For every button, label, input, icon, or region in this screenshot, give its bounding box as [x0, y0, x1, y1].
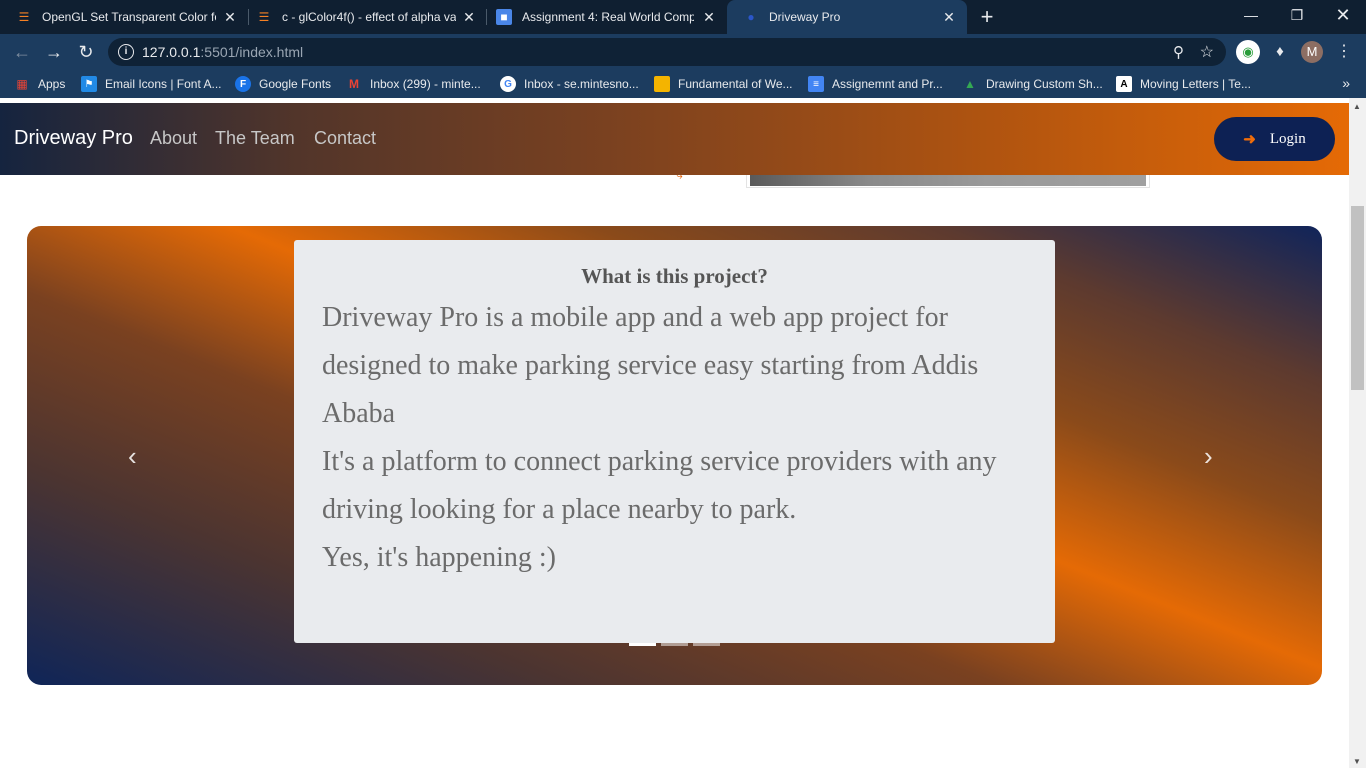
- back-arrow-icon[interactable]: ←: [10, 40, 34, 64]
- scroll-down-icon[interactable]: ▼: [1353, 757, 1361, 766]
- page-scrollbar[interactable]: ▲ ▼: [1349, 98, 1366, 768]
- url-host: 127.0.0.1: [142, 44, 201, 60]
- gmail-icon: M: [349, 77, 359, 91]
- carousel-prev-icon[interactable]: ‹: [128, 441, 137, 472]
- bookmark-email-icons[interactable]: ⚑ Email Icons | Font A...: [81, 75, 222, 93]
- new-tab-button[interactable]: +: [976, 6, 998, 29]
- bookmark-label: Moving Letters | Te...: [1140, 77, 1251, 91]
- chart-icon: ▲: [964, 77, 976, 91]
- slide-text-line: designed to make parking service easy st…: [322, 350, 979, 381]
- tab-title: Driveway Pro: [769, 10, 841, 24]
- close-window-button[interactable]: ✕: [1320, 0, 1366, 30]
- tab-title: OpenGL Set Transparent Color fo: [42, 10, 216, 24]
- bookmark-label: Drawing Custom Sh...: [986, 77, 1103, 91]
- bookmark-star-icon[interactable]: ☆: [1200, 42, 1214, 62]
- scrollbar-thumb[interactable]: [1351, 206, 1364, 390]
- tab-title: c - glColor4f() - effect of alpha va: [282, 10, 456, 24]
- folder-icon: ■: [654, 76, 670, 92]
- close-tab-icon[interactable]: ✕: [941, 9, 957, 25]
- bookmark-google-fonts[interactable]: F Google Fonts: [235, 75, 331, 93]
- slide-card: What is this project? Driveway Pro is a …: [294, 240, 1055, 643]
- restore-button[interactable]: ❐: [1274, 0, 1320, 30]
- slide-text-line: Driveway Pro is a mobile app and a web a…: [322, 302, 948, 333]
- bookmark-label: Assignemnt and Pr...: [832, 77, 943, 91]
- bookmark-assignment[interactable]: ≡ Assignemnt and Pr...: [808, 75, 943, 93]
- browser-toolbar: ← → ↻ i 127.0.0.1:5501/index.html ⚲ ☆ ◉ …: [0, 34, 1366, 70]
- browser-tab-opengl[interactable]: ☰ OpenGL Set Transparent Color fo ✕: [0, 0, 248, 34]
- login-label: Login: [1269, 130, 1306, 147]
- slide-text-line: driving looking for a place nearby to pa…: [322, 494, 797, 525]
- close-tab-icon[interactable]: ✕: [701, 9, 717, 25]
- slide-text-line: Ababa: [322, 398, 396, 429]
- google-icon: G: [500, 76, 516, 92]
- forward-arrow-icon[interactable]: →: [42, 40, 66, 64]
- bookmarks-bar: ▦ Apps ⚑ Email Icons | Font A... F Googl…: [0, 70, 1366, 98]
- project-carousel: What is this project? Driveway Pro is a …: [27, 226, 1322, 685]
- url-text: 127.0.0.1:5501/index.html: [142, 44, 303, 60]
- stackoverflow-icon: ☰: [18, 10, 30, 24]
- bookmark-apps[interactable]: ▦ Apps: [14, 75, 65, 93]
- site-info-icon[interactable]: i: [118, 44, 134, 60]
- nav-link-contact[interactable]: Contact: [314, 128, 376, 149]
- carousel-indicator-3[interactable]: [693, 643, 720, 646]
- carousel-next-icon[interactable]: ›: [1204, 441, 1213, 472]
- login-button[interactable]: ➜ Login: [1214, 117, 1335, 161]
- url-path: :5501/index.html: [200, 44, 304, 60]
- bookmark-label: Google Fonts: [259, 77, 332, 91]
- page-viewport: ⤷ Driveway Pro About The Team Contact ➜ …: [0, 98, 1349, 768]
- brand-logo[interactable]: Driveway Pro: [14, 127, 133, 150]
- browser-tab-strip: ☰ OpenGL Set Transparent Color fo ✕ ☰ c …: [0, 0, 1366, 34]
- slide-text-line: Yes, it's happening :): [322, 542, 556, 573]
- bookmark-label: Inbox - se.mintesno...: [524, 77, 639, 91]
- reload-icon[interactable]: ↻: [74, 40, 98, 64]
- profile-avatar[interactable]: M: [1301, 41, 1323, 63]
- bookmark-inbox-google[interactable]: G Inbox - se.mintesno...: [500, 75, 639, 93]
- nav-link-about[interactable]: About: [150, 128, 197, 149]
- bookmark-label: Email Icons | Font A...: [105, 77, 222, 91]
- browser-tab-driveway[interactable]: ● Driveway Pro ✕: [727, 0, 967, 34]
- more-bookmarks-icon[interactable]: »: [1342, 75, 1350, 91]
- slide-text-line: It's a platform to connect parking servi…: [322, 446, 997, 477]
- bookmark-fundamental[interactable]: ■ Fundamental of We...: [654, 75, 793, 93]
- minimize-button[interactable]: —: [1228, 0, 1274, 30]
- bookmark-label: Inbox (299) - minte...: [370, 77, 481, 91]
- close-tab-icon[interactable]: ✕: [222, 9, 238, 25]
- browser-tab-assignment[interactable]: ■ Assignment 4: Real World Compl ✕: [480, 0, 727, 34]
- address-bar[interactable]: i 127.0.0.1:5501/index.html ⚲ ☆: [108, 38, 1226, 66]
- extension-globe-icon[interactable]: ◉: [1236, 40, 1260, 64]
- nav-link-the-team[interactable]: The Team: [215, 128, 295, 149]
- bookmark-label: Fundamental of We...: [678, 77, 793, 91]
- driveway-icon: ●: [747, 10, 755, 24]
- slide-title: What is this project?: [581, 264, 768, 288]
- zoom-icon[interactable]: ⚲: [1173, 43, 1184, 61]
- extensions-puzzle-icon[interactable]: ♦: [1268, 40, 1292, 64]
- menu-dots-icon[interactable]: ⋮: [1332, 40, 1356, 64]
- docs-icon: ≡: [808, 76, 824, 92]
- flag-icon: ⚑: [81, 76, 97, 92]
- bookmark-moving-letters[interactable]: A Moving Letters | Te...: [1116, 75, 1251, 93]
- carousel-indicator-1[interactable]: [629, 643, 656, 646]
- carousel-indicators: [629, 643, 720, 646]
- apps-grid-icon: ▦: [16, 77, 28, 91]
- browser-tab-glcolor[interactable]: ☰ c - glColor4f() - effect of alpha va ✕: [240, 0, 487, 34]
- bookmark-label: Apps: [38, 77, 66, 91]
- google-fonts-icon: F: [235, 76, 251, 92]
- carousel-indicator-2[interactable]: [661, 643, 688, 646]
- tab-title: Assignment 4: Real World Compl: [522, 10, 694, 24]
- bookmark-drawing[interactable]: ▲ Drawing Custom Sh...: [962, 75, 1103, 93]
- close-tab-icon[interactable]: ✕: [461, 9, 477, 25]
- stackoverflow-icon: ☰: [258, 10, 270, 24]
- scroll-up-icon[interactable]: ▲: [1353, 102, 1361, 111]
- letters-icon: A: [1116, 76, 1132, 92]
- classroom-icon: ■: [496, 9, 512, 25]
- site-navbar: Driveway Pro About The Team Contact ➜ Lo…: [0, 103, 1349, 175]
- sign-in-icon: ➜: [1243, 131, 1256, 148]
- bookmark-inbox-gmail[interactable]: M Inbox (299) - minte...: [346, 75, 481, 93]
